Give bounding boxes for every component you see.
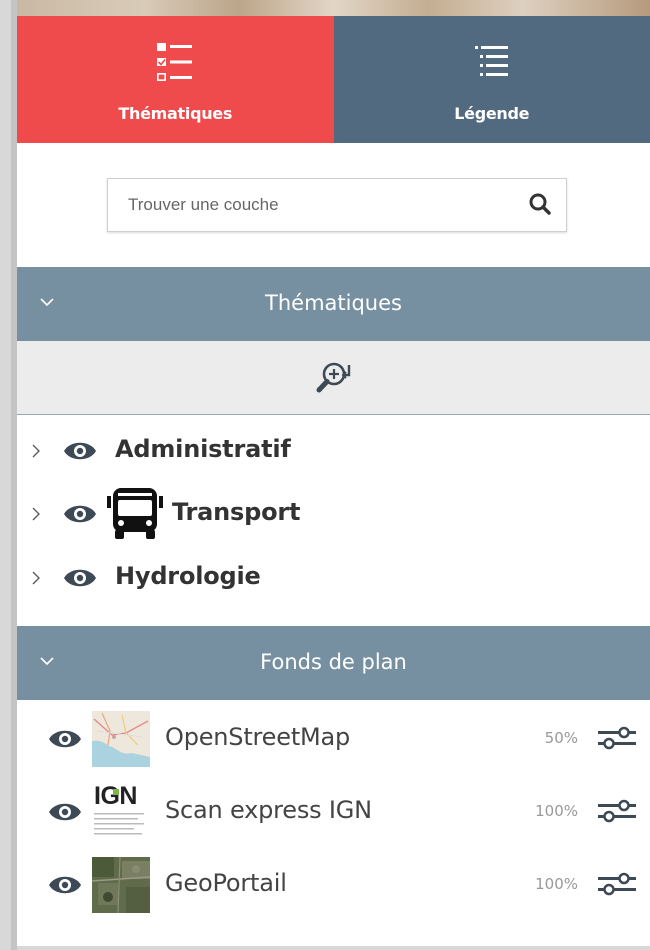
basemap-name: OpenStreetMap	[165, 723, 351, 751]
eye-icon[interactable]	[47, 726, 83, 756]
ign-logo-accent	[113, 789, 119, 795]
layer-panel: Thématiques Légende Trouver une couche T…	[17, 16, 650, 946]
theme-row-hydrologie[interactable]: Hydrologie	[17, 548, 650, 608]
layer-search-box	[107, 178, 567, 232]
zoom-to-extent-icon[interactable]	[313, 357, 359, 405]
section-header-thematiques[interactable]: Thématiques	[17, 267, 650, 341]
basemap-opacity: 100%	[535, 875, 578, 893]
basemap-row-scan-express-ign: IGN Scan express IGN 100%	[17, 779, 650, 841]
eye-icon[interactable]	[47, 872, 83, 902]
panel-tabs: Thématiques Légende	[17, 16, 650, 143]
section-title-fonds-de-plan: Fonds de plan	[260, 650, 407, 674]
eye-icon[interactable]	[62, 501, 98, 531]
theme-label: Hydrologie	[115, 562, 261, 590]
tab-legende-label: Légende	[454, 104, 530, 123]
theme-row-administratif[interactable]: Administratif	[17, 421, 650, 481]
map-background-strip	[17, 0, 650, 16]
theme-row-transport[interactable]: Transport	[17, 484, 650, 544]
basemap-row-openstreetmap: OpenStreetMap 50%	[17, 706, 650, 768]
settings-sliders-icon[interactable]	[596, 724, 638, 756]
basemap-row-geoportail: GeoPortail 100%	[17, 852, 650, 914]
tab-legende[interactable]: Légende	[333, 16, 650, 143]
chevron-right-icon[interactable]	[31, 570, 41, 590]
theme-label: Transport	[172, 498, 301, 526]
app-frame: Thématiques Légende Trouver une couche T…	[0, 0, 650, 950]
eye-icon[interactable]	[47, 799, 83, 829]
eye-icon[interactable]	[62, 438, 98, 468]
checklist-icon	[155, 41, 195, 89]
eye-icon[interactable]	[62, 565, 98, 595]
osm-thumbnail	[92, 711, 150, 767]
legend-list-icon	[474, 41, 510, 89]
layer-search-input[interactable]	[108, 179, 508, 231]
basemap-name: Scan express IGN	[165, 796, 372, 824]
theme-label: Administratif	[115, 435, 291, 463]
zoom-toolbar	[17, 341, 650, 415]
tab-thematiques[interactable]: Thématiques	[17, 16, 334, 143]
section-title-thematiques: Thématiques	[265, 291, 402, 315]
ign-thumbnail: IGN	[92, 784, 150, 840]
basemap-opacity: 100%	[535, 802, 578, 820]
basemap-opacity: 50%	[544, 729, 578, 747]
chevron-right-icon[interactable]	[31, 506, 41, 526]
satellite-thumbnail	[92, 857, 150, 913]
settings-sliders-icon[interactable]	[596, 797, 638, 829]
tab-thematiques-label: Thématiques	[118, 104, 233, 123]
section-header-fonds-de-plan[interactable]: Fonds de plan	[17, 626, 650, 700]
search-icon[interactable]	[528, 192, 552, 220]
basemap-name: GeoPortail	[165, 869, 287, 897]
chevron-right-icon[interactable]	[31, 443, 41, 463]
settings-sliders-icon[interactable]	[596, 870, 638, 902]
bus-icon	[105, 486, 165, 546]
